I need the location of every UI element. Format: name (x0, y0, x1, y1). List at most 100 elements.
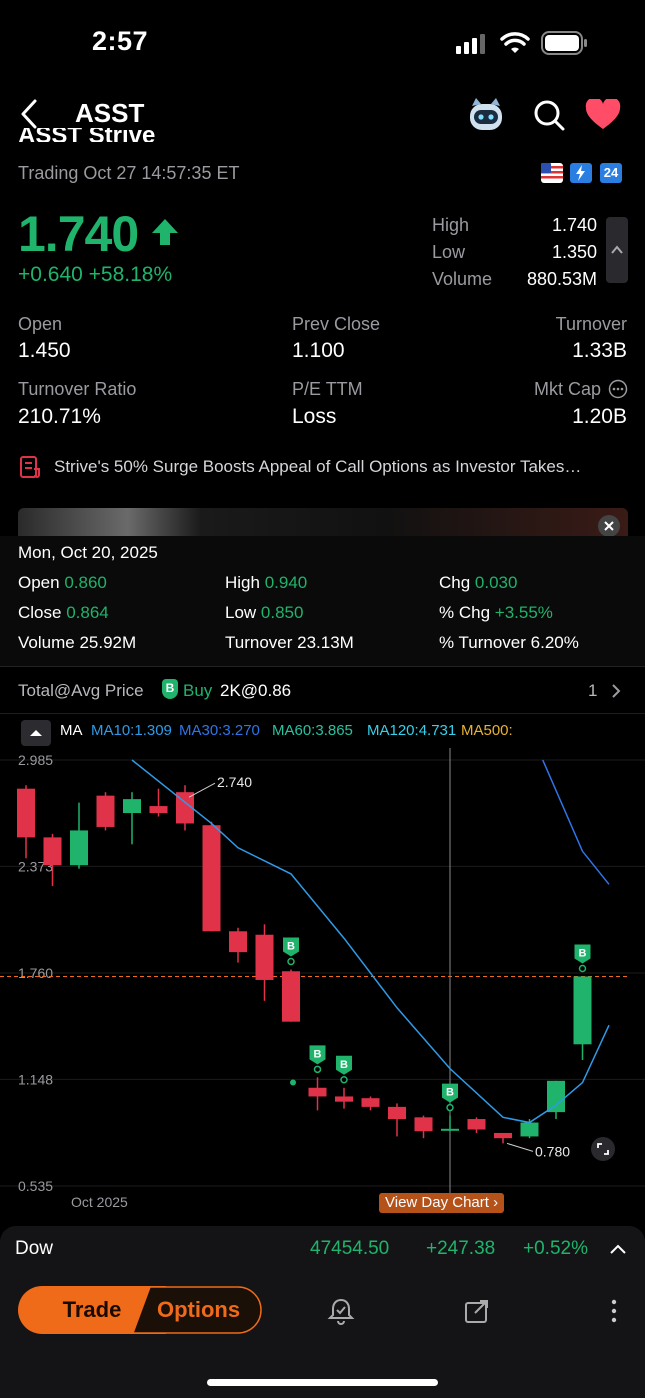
chevron-up-icon[interactable] (608, 1242, 628, 1261)
candlestick-chart[interactable]: 2.9852.3731.7601.1480.535BBBBB2.7400.780… (0, 748, 645, 1218)
robot-assistant-icon[interactable] (466, 96, 506, 137)
news-image-banner[interactable] (18, 508, 628, 536)
news-headline[interactable]: Strive's 50% Surge Boosts Appeal of Call… (54, 457, 629, 477)
candle-body (441, 1128, 459, 1131)
search-icon[interactable] (532, 98, 566, 137)
high-value: 1.740 (551, 215, 597, 235)
ticker-change: +247.38 (426, 1238, 496, 1259)
candle-body (282, 971, 300, 1022)
ma-label: MA (60, 722, 83, 739)
tooltip-high-label: High (225, 573, 260, 592)
candle-body (308, 1087, 327, 1097)
collapse-quote-button[interactable] (606, 217, 628, 283)
mktcap-value: 1.20B (572, 405, 627, 428)
ma500-value: MA500: (461, 722, 513, 739)
buy-badge-icon: B (162, 679, 178, 699)
buy-marker-dot (578, 964, 587, 973)
last-price: 1.740 (18, 206, 139, 262)
trade-label: Trade (62, 1297, 122, 1322)
triangle-up-icon (30, 730, 42, 736)
trading-status: Trading Oct 27 14:57:35 ET (18, 163, 240, 183)
candle-body (414, 1117, 433, 1132)
price-alert-icon[interactable] (327, 1297, 355, 1330)
candle-body (520, 1122, 539, 1137)
buy-marker-label: B (446, 1087, 454, 1099)
fullscreen-icon[interactable] (590, 1136, 616, 1167)
tooltip-low-value: 0.850 (260, 603, 304, 622)
ma10-value: MA10:1.309 (91, 722, 172, 739)
candle-body (43, 837, 62, 866)
truncated-stock-title: ASST Strive (18, 128, 156, 142)
low-label: Low (432, 242, 466, 262)
max-annotation-line (188, 782, 216, 798)
candle-body (335, 1096, 353, 1102)
ticker-value: 47454.50 (310, 1238, 390, 1259)
y-tick-label: 1.148 (18, 1071, 53, 1087)
tooltip-high-value: 0.940 (264, 573, 308, 592)
x-tick-label: Oct 2025 (71, 1194, 128, 1210)
ma60-value: MA60:3.865 (272, 722, 353, 739)
prev-close-value: 1.100 (292, 339, 345, 362)
high-label: High (432, 215, 470, 235)
volume-label: Volume (432, 269, 493, 289)
max-annotation: 2.740 (217, 774, 252, 790)
candle-body (149, 806, 168, 814)
ticker-pct: +0.52% (523, 1238, 588, 1259)
options-button[interactable]: Options (132, 1286, 262, 1334)
low-value: 1.350 (551, 242, 597, 262)
status-time: 2:57 (92, 26, 149, 56)
us-flag-icon (541, 163, 563, 188)
buy-marker-label: B (287, 941, 295, 953)
open-value: 1.450 (18, 339, 71, 362)
candle-body (388, 1106, 406, 1120)
share-icon[interactable] (463, 1297, 491, 1330)
y-tick-label: 0.535 (18, 1178, 53, 1194)
turnover-value: 1.33B (572, 339, 627, 362)
candle-body (123, 799, 141, 814)
favorite-heart-icon[interactable] (585, 97, 621, 136)
wifi-icon (500, 31, 530, 60)
pe-label: P/E TTM (292, 379, 363, 399)
buy-marker-dot (287, 957, 295, 966)
tooltip-pchg-value: +3.55% (494, 603, 553, 622)
candle-body (467, 1119, 486, 1130)
turnover-ratio-label: Turnover Ratio (18, 379, 137, 399)
more-dots-icon[interactable] (608, 379, 628, 404)
price-change: +0.640 +58.18% (18, 263, 173, 286)
position-label: Total@Avg Price (18, 681, 144, 700)
candle-body (547, 1080, 565, 1113)
tooltip-close-label: Close (18, 603, 62, 622)
buy-marker-label: B (579, 947, 587, 959)
turnover-label: Turnover (555, 314, 627, 334)
more-vertical-icon[interactable] (608, 1297, 620, 1330)
ma-line-ma10 (131, 759, 610, 1124)
view-day-chart-button[interactable]: View Day Chart › (379, 1193, 505, 1213)
buy-marker-dot (446, 1103, 454, 1112)
chevron-right-icon[interactable] (610, 682, 622, 705)
prev-close-label: Prev Close (292, 314, 381, 334)
ma-line-ma30 (542, 759, 610, 885)
min-annotation-line (506, 1142, 534, 1152)
tooltip-turnover-label: Turnover (225, 633, 293, 652)
buy-marker-dot (313, 1065, 322, 1074)
ma120-value: MA120:4.731 (367, 722, 457, 739)
tooltip-date: Mon, Oct 20, 2025 (18, 543, 158, 562)
buy-marker-label: B (314, 1048, 322, 1060)
tooltip-pturnover-value: 6.20% (530, 633, 579, 652)
tooltip-open-label: Open (18, 573, 60, 592)
news-document-icon (19, 455, 41, 484)
buy-marker-label: B (340, 1059, 348, 1071)
ticker-name: Dow (15, 1238, 54, 1259)
ma-toggle-button[interactable] (21, 720, 51, 746)
candle-body (229, 931, 247, 953)
candle-body (70, 830, 88, 866)
candle-body (96, 795, 115, 827)
signal-icon (456, 34, 490, 59)
tooltip-close-value: 0.864 (66, 603, 109, 622)
position-count: 1 (588, 681, 598, 700)
tooltip-volume-label: Volume (18, 633, 75, 652)
tooltip-turnover-value: 23.13M (297, 633, 354, 652)
chevron-right-small-icon: › (493, 1194, 499, 1211)
min-annotation: 0.780 (535, 1143, 570, 1159)
tooltip-low-label: Low (225, 603, 257, 622)
